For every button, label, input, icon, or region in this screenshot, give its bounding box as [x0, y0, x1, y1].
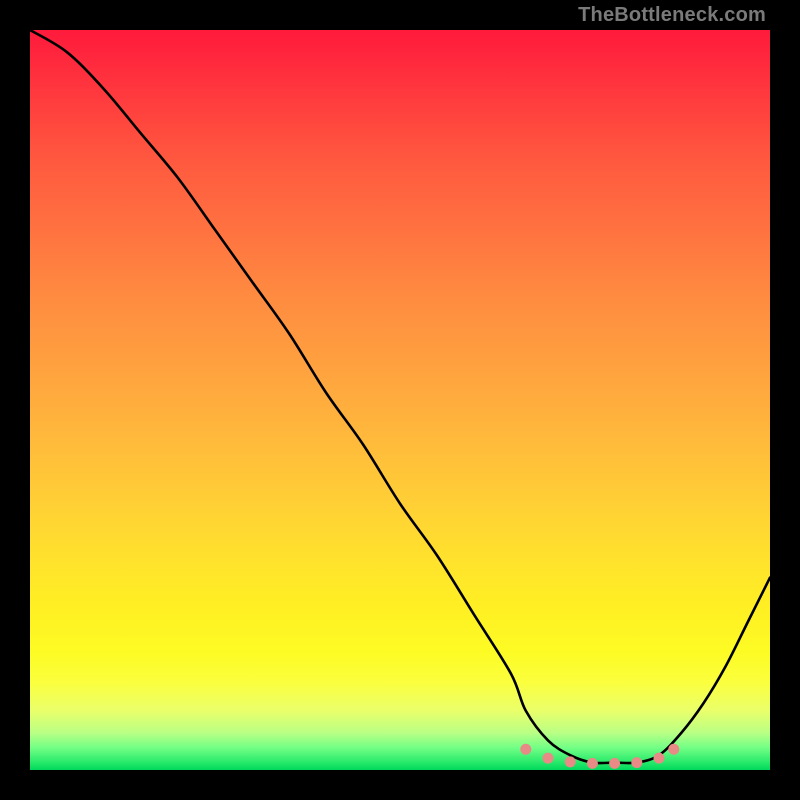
valley-marker: [520, 744, 531, 755]
valley-marker: [543, 753, 554, 764]
watermark-text: TheBottleneck.com: [578, 4, 766, 27]
valley-marker: [668, 744, 679, 755]
valley-marker: [609, 758, 620, 769]
valley-marker: [565, 756, 576, 767]
plot-area: [30, 30, 770, 770]
valley-marker: [587, 758, 598, 769]
curve-line: [30, 30, 770, 763]
chart-frame: TheBottleneck.com: [0, 0, 800, 800]
valley-marker: [654, 753, 665, 764]
valley-marker: [631, 757, 642, 768]
bottleneck-curve: [30, 30, 770, 770]
valley-marker-dots: [520, 744, 679, 769]
